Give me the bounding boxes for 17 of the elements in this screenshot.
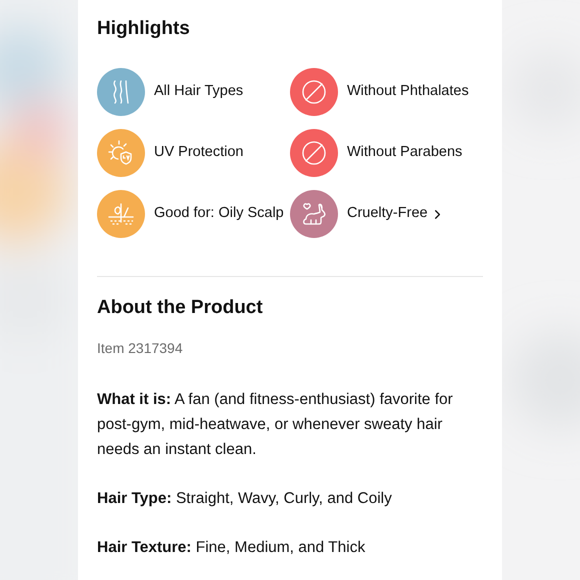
highlight-label: Without Phthalates [347,82,469,102]
prohibited-icon [301,79,327,105]
section-title: About the Product [97,296,264,320]
highlight-label: UV Protection [154,143,244,162]
highlight-label: All Hair Types [154,82,244,102]
description-paragraph: What it is: A fan (and fitness-enthusiast) favorite for post-gym, mid-heatwave, or whenever sweaty hair needs an instant clean. [97,390,454,460]
sun-shield-icon [108,140,134,166]
section-title: Highlights [97,17,191,41]
highlight-label: Good for: Oily Scalp [154,204,284,224]
description-paragraph: Hair Type: Straight, Wavy, Curly, and Coily [97,489,393,509]
hair-strands-icon [111,79,131,105]
highlight-link[interactable]: Cruelty-Free [347,203,445,225]
highlight-label: Without Parabens [347,143,462,162]
description-paragraph: Hair Texture: Fine, Medium, and Thick [97,538,366,558]
prohibited-icon [301,140,327,166]
hair-follicle-icon [108,202,134,226]
item-number: Item 2317394 [97,339,184,358]
